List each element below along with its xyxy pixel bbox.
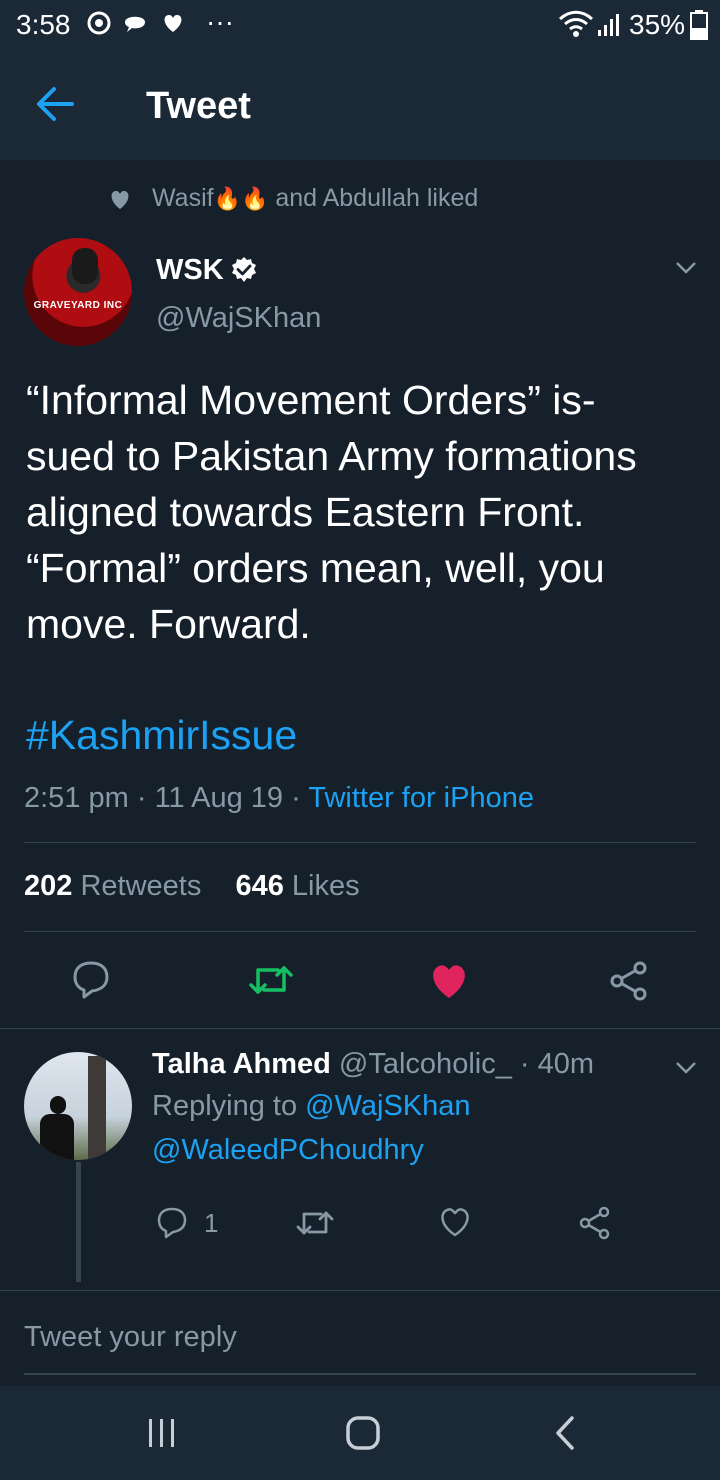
author-name[interactable]: WSK	[156, 254, 224, 287]
chat-icon	[125, 16, 145, 32]
like-icon[interactable]	[428, 962, 470, 1000]
likes-count: 646	[235, 870, 284, 902]
social-context: Wasif🔥🔥 and Abdullah liked	[152, 184, 478, 213]
tweet-text-line: “Formal” orders mean, well, you	[26, 545, 605, 591]
battery-percent: 35%	[629, 9, 686, 40]
reply-icon[interactable]	[72, 960, 110, 1000]
mention-link[interactable]: @WajSKhan	[305, 1090, 470, 1122]
tweet-meta: 2:51 pm · 11 Aug 19 · Twitter for iPhone	[24, 782, 534, 815]
tweet-text-line: aligned towards Eastern Front.	[26, 489, 585, 535]
tweet-stats: 202 Retweets 646 Likes	[24, 870, 360, 903]
vpn-icon	[87, 11, 111, 35]
avatar-figure	[72, 248, 98, 284]
input-underline	[24, 1373, 696, 1375]
status-time: 3:58	[16, 9, 71, 40]
avatar-logo-text: GRAVEYARD INC	[33, 300, 123, 311]
divider	[0, 1028, 720, 1029]
chevron-down-icon[interactable]	[674, 1060, 698, 1076]
retweet-icon[interactable]	[248, 962, 294, 998]
reply-count: 1	[204, 1208, 219, 1238]
chevron-down-icon[interactable]	[674, 260, 698, 276]
system-nav-bar	[0, 1386, 720, 1480]
reply-author-handle[interactable]: @Talcoholic_	[339, 1048, 512, 1080]
page-title: Tweet	[146, 85, 251, 127]
likes-label: Likes	[291, 870, 360, 902]
retweets-stat[interactable]: 202 Retweets	[24, 870, 201, 902]
reply-input[interactable]: Tweet your reply	[24, 1321, 237, 1354]
avatar-tower	[88, 1056, 106, 1160]
status-bar: 3:58 ··· 35%	[0, 0, 720, 48]
hashtag-link[interactable]: #KashmirIssue	[26, 712, 297, 759]
separator-dot: ·	[136, 782, 155, 814]
tweet-text: “Informal Movement Orders” is- sued to P…	[26, 372, 706, 652]
reply-avatar[interactable]	[24, 1052, 132, 1160]
verified-badge-icon	[232, 257, 256, 282]
reply-header: Talha Ahmed @Talcoholic_ · 40m	[152, 1048, 594, 1081]
reply-author-name[interactable]: Talha Ahmed	[152, 1048, 331, 1080]
signal-icon	[598, 14, 619, 36]
tweet-text-line: move. Forward.	[26, 601, 311, 647]
tweet-date: 11 Aug 19	[154, 782, 284, 814]
share-icon[interactable]	[578, 1206, 612, 1240]
heart-icon	[111, 191, 129, 209]
home-icon[interactable]	[344, 1414, 382, 1452]
more-icon: ···	[206, 6, 234, 37]
tweet-time: 2:51 pm	[24, 782, 129, 814]
mention-link[interactable]: @WaleedPChoudhry	[152, 1134, 424, 1166]
liker-name[interactable]: Wasif	[152, 184, 214, 212]
reply-composer: Tweet your reply	[0, 1290, 720, 1387]
tweet-source-link[interactable]: Twitter for iPhone	[308, 782, 534, 814]
heart-icon	[164, 15, 182, 32]
likes-stat[interactable]: 646 Likes	[235, 870, 359, 902]
recent-apps-icon[interactable]	[146, 1416, 178, 1450]
retweets-count: 202	[24, 870, 73, 902]
reply-age: · 40m	[519, 1048, 595, 1080]
social-context-suffix: and Abdullah liked	[275, 184, 479, 212]
app-header: Tweet	[0, 48, 720, 160]
reply-icon[interactable]	[156, 1206, 188, 1240]
author-handle[interactable]: @WajSKhan	[156, 302, 321, 335]
tweet-text-line: sued to Pakistan Army formations	[26, 433, 637, 479]
share-icon[interactable]	[608, 960, 650, 1002]
avatar[interactable]: GRAVEYARD INC	[24, 238, 132, 346]
like-icon[interactable]	[438, 1206, 472, 1238]
retweet-icon[interactable]	[296, 1208, 334, 1238]
divider	[24, 931, 696, 932]
battery-icon	[690, 10, 708, 40]
fire-emoji-icon: 🔥🔥	[213, 186, 269, 211]
avatar-figure-head	[50, 1096, 66, 1114]
wifi-icon	[558, 10, 594, 37]
replying-to: Replying to @WajSKhan	[152, 1090, 471, 1123]
replying-to-label: Replying to	[152, 1090, 298, 1122]
thread-line	[76, 1162, 81, 1282]
replying-to-2: @WaleedPChoudhry	[152, 1134, 424, 1167]
separator-dot: ·	[291, 782, 309, 814]
back-arrow-icon[interactable]	[36, 86, 74, 122]
retweets-label: Retweets	[80, 870, 202, 902]
tweet-text-line: “Informal Movement Orders” is-	[26, 377, 596, 423]
divider	[24, 842, 696, 843]
avatar-figure-body	[40, 1114, 74, 1160]
back-icon[interactable]	[552, 1414, 578, 1452]
